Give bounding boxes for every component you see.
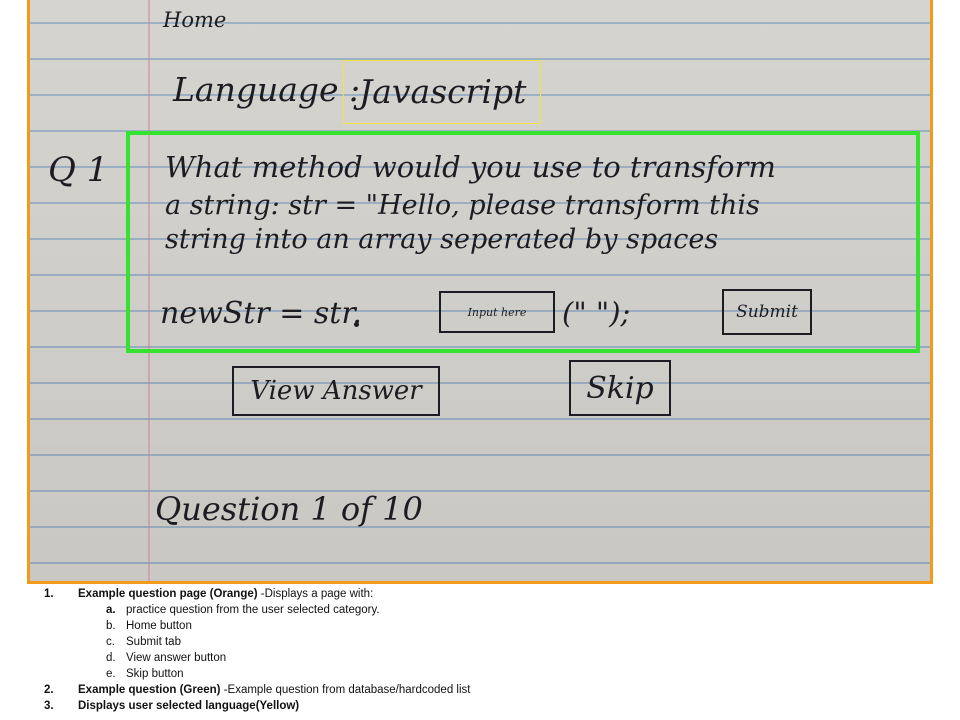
legend-subitem: b. Home button [0,618,960,634]
legend-item-2: 2. Example question (Green) -Example que… [0,682,960,698]
legend-subitem: d. View answer button [0,650,960,666]
question-text-line-1: What method would you use to transform [165,150,776,184]
home-button[interactable]: Home [163,8,226,32]
view-answer-label: View Answer [250,376,422,406]
code-suffix: (" "); [562,296,631,330]
submit-button-label: Submit [736,302,798,322]
skip-label: Skip [586,370,654,406]
legend-item-3: 3. Displays user selected language(Yello… [0,698,960,714]
legend-item-number: 1. [44,588,54,600]
answer-input[interactable]: Input here [439,291,555,333]
skip-button[interactable]: Skip [569,360,671,416]
legend-subitem-text: Home button [126,620,192,632]
legend-item-desc: -Displays a page with: [257,588,374,600]
legend-item-desc: -Example question from database/hardcode… [220,684,471,696]
legend-subitem-text: practice question from the user selected… [126,604,380,616]
legend-subitem-text: Skip button [126,668,184,680]
answer-input-placeholder: Input here [467,305,527,319]
code-prefix: newStr = str. [160,296,362,331]
legend-item-text: Displays user selected language(Yellow) [78,698,299,714]
legend-subitem: a. practice question from the user selec… [0,602,960,618]
submit-button[interactable]: Submit [722,289,812,335]
legend-subitem: c. Submit tab [0,634,960,650]
legend-subitem: e. Skip button [0,666,960,682]
question-number: Q 1 [48,150,109,190]
view-answer-button[interactable]: View Answer [232,366,440,416]
legend-subitem-text: Submit tab [126,636,181,648]
legend-item-text: Example question page (Orange) -Displays… [78,586,373,602]
legend-subitem-letter: b. [106,620,116,632]
legend-item-title: Displays user selected language(Yellow) [78,700,300,712]
selected-language-value: Javascript [359,72,527,111]
question-text-line-3: string into an array seperated by spaces [165,224,719,255]
question-progress: Question 1 of 10 [155,490,423,528]
legend-subitem-letter: e. [106,668,116,680]
language-label: Language : [173,70,361,109]
legend-subitem-letter: d. [106,652,116,664]
ink-dot [354,322,359,327]
legend-item-title: Example question page (Orange) [78,588,258,600]
legend-subitem-letter: c. [106,636,115,648]
legend-item-1: 1. Example question page (Orange) -Displ… [0,586,960,602]
legend-item-text: Example question (Green) -Example questi… [78,682,470,698]
question-text-line-2: a string: str = "Hello, please transform… [165,190,760,221]
legend-subitem-text: View answer button [126,652,227,664]
wireframe-photo: Home Language : Javascript Q 1 What meth… [27,0,933,584]
legend-item-number: 3. [44,700,54,712]
legend-subitem-letter: a. [106,604,116,616]
legend-item-title: Example question (Green) [78,684,221,696]
legend-item-number: 2. [44,684,54,696]
